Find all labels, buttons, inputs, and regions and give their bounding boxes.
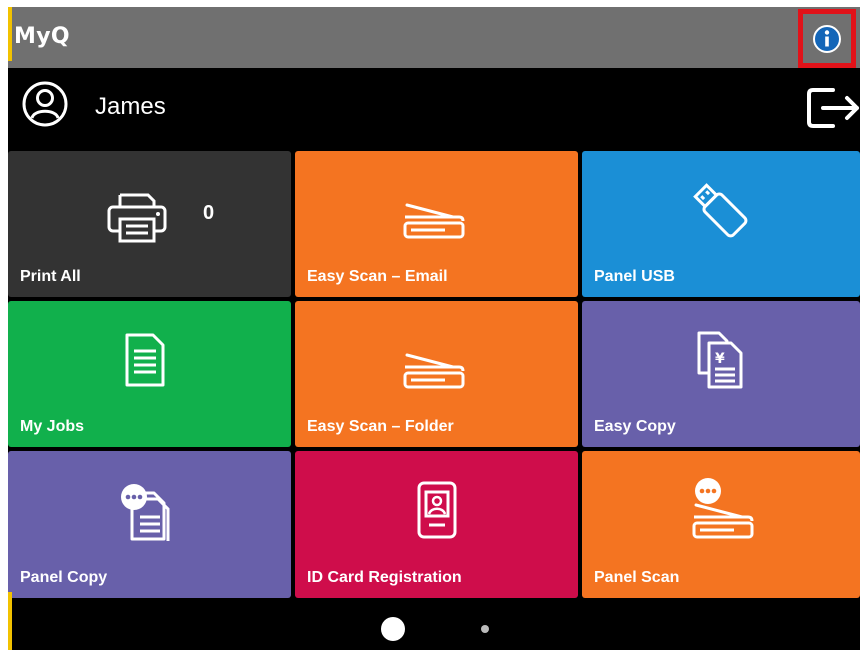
user-bar: James	[8, 68, 860, 151]
info-icon	[813, 24, 841, 53]
scanner-icon	[403, 353, 465, 389]
tile-panel-scan[interactable]: Panel Scan	[582, 451, 860, 598]
tile-id-card-registration[interactable]: ID Card Registration	[295, 451, 578, 598]
copy-icon	[121, 484, 170, 541]
tile-label: Print All	[20, 268, 81, 285]
tile-easy-scan-folder[interactable]: Easy Scan – Folder	[295, 301, 578, 447]
corner-marker	[8, 592, 12, 650]
tile-panel-usb[interactable]: Panel USB	[582, 151, 860, 297]
page-dot-active[interactable]	[381, 617, 405, 641]
tile-label: My Jobs	[20, 418, 85, 435]
page-indicator	[8, 606, 860, 650]
copy-icon: ¥	[697, 331, 743, 389]
user-icon	[22, 81, 68, 127]
printer-icon	[107, 193, 167, 243]
user-name: James	[95, 93, 166, 120]
corner-marker	[8, 7, 12, 61]
tile-label: Easy Scan – Folder	[307, 418, 454, 435]
tile-label: ID Card Registration	[307, 569, 462, 586]
title-bar: MyQ	[8, 7, 860, 68]
tile-label: Panel USB	[594, 268, 675, 285]
tile-print-all[interactable]: 0 Print All	[8, 151, 291, 297]
myq-panel-screen: MyQ James 0 Print All Easy Scan – Email …	[8, 7, 860, 650]
brand-title: MyQ	[14, 24, 70, 49]
document-icon	[125, 333, 165, 387]
svg-text:¥: ¥	[715, 351, 725, 367]
info-button[interactable]	[798, 9, 856, 68]
tile-my-jobs[interactable]: My Jobs	[8, 301, 291, 447]
tile-label: Easy Copy	[594, 418, 676, 435]
tile-easy-copy[interactable]: ¥ Easy Copy	[582, 301, 860, 447]
tile-label: Panel Scan	[594, 569, 680, 586]
scanner-icon	[403, 203, 465, 239]
logout-button[interactable]	[805, 82, 860, 134]
print-job-count: 0	[203, 202, 215, 224]
tile-easy-scan-email[interactable]: Easy Scan – Email	[295, 151, 578, 297]
tile-label: Easy Scan – Email	[307, 268, 448, 285]
id-card-icon	[417, 481, 457, 539]
scanner-icon	[692, 478, 754, 539]
page-dot[interactable]	[481, 625, 489, 633]
tile-label: Panel Copy	[20, 569, 108, 586]
tile-panel-copy[interactable]: Panel Copy	[8, 451, 291, 598]
usb-icon	[693, 183, 748, 238]
